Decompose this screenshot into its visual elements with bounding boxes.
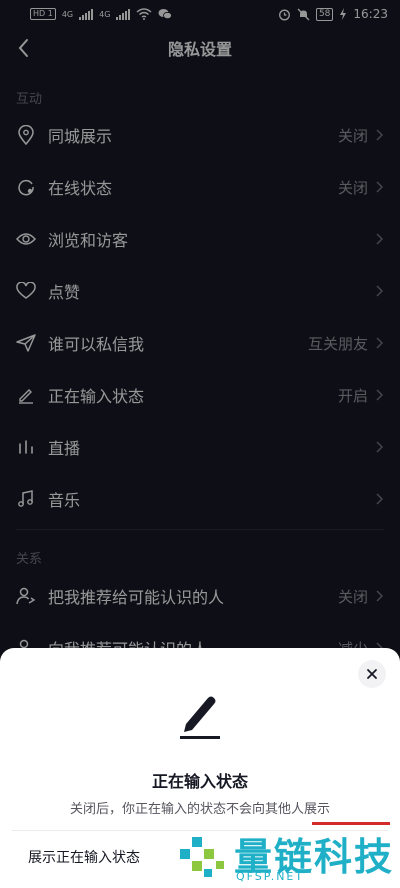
pen-icon	[180, 696, 220, 739]
close-button[interactable]	[358, 660, 386, 688]
option-label: 展示正在输入状态	[28, 850, 140, 866]
sheet-title: 正在输入状态	[151, 772, 248, 791]
watermark-logo	[180, 837, 224, 877]
sheet-description: 关闭后，你正在输入的状态不会向其他人展示	[69, 802, 330, 817]
watermark: 量链科技 QFSP.NET	[178, 826, 400, 888]
close-icon	[367, 669, 377, 679]
annotation-mark	[312, 822, 390, 825]
watermark-subtext: QFSP.NET	[236, 870, 305, 883]
